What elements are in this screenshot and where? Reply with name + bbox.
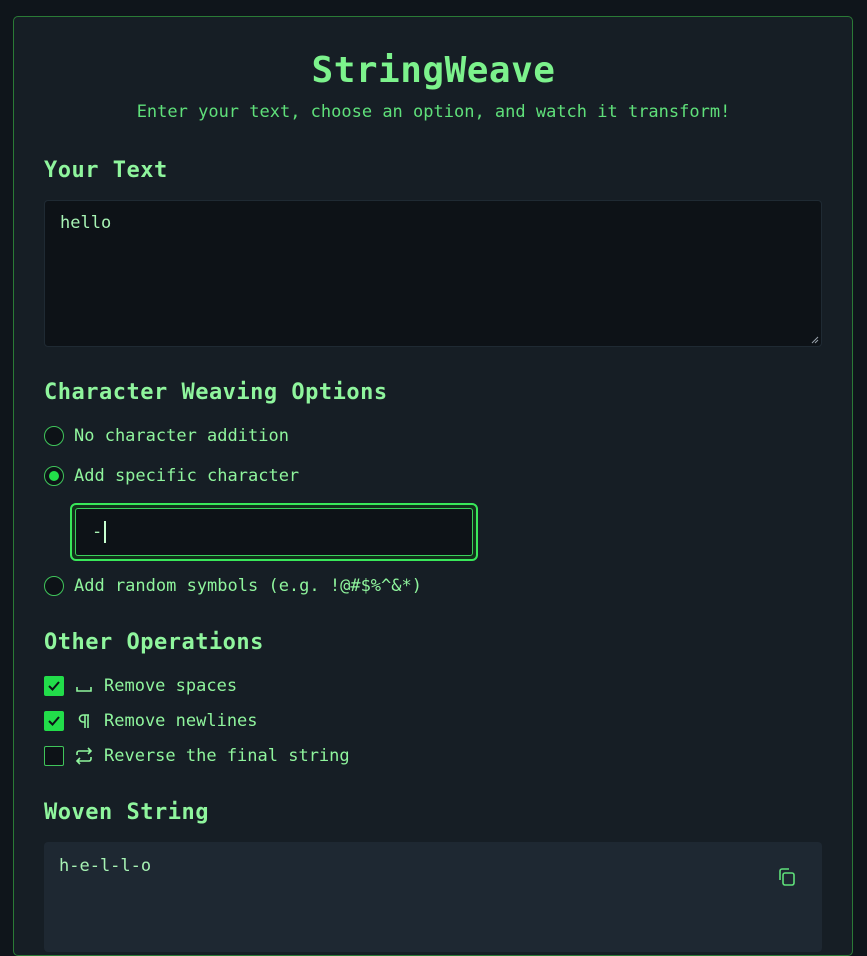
remove-spaces-checkbox[interactable] — [44, 676, 64, 696]
specific-character-input[interactable]: - — [70, 503, 478, 561]
option-specific-character-label: Add specific character — [74, 466, 300, 486]
woven-string-heading: Woven String — [44, 800, 209, 825]
app-subtitle: Enter your text, choose an option, and w… — [136, 102, 731, 122]
option-no-character-label: No character addition — [74, 426, 289, 446]
option-random-symbols-label: Add random symbols (e.g. !@#$%^&*) — [74, 576, 422, 596]
pilcrow-icon — [74, 711, 94, 731]
specific-character-value: - — [92, 522, 103, 542]
remove-newlines-option[interactable]: Remove newlines — [44, 711, 258, 731]
resize-grip-icon[interactable] — [811, 336, 819, 344]
radio-specific-character[interactable] — [44, 466, 64, 486]
option-random-symbols[interactable]: Add random symbols (e.g. !@#$%^&*) — [44, 576, 422, 596]
text-input-value: hello — [60, 213, 112, 233]
reverse-string-option[interactable]: Reverse the final string — [44, 746, 350, 766]
radio-random-symbols[interactable] — [44, 576, 64, 596]
remove-spaces-option[interactable]: Remove spaces — [44, 676, 237, 696]
text-input-area[interactable]: hello — [44, 200, 822, 347]
remove-newlines-checkbox[interactable] — [44, 711, 64, 731]
other-operations-heading: Other Operations — [44, 630, 264, 655]
woven-string-output: h-e-l-l-o — [44, 842, 822, 952]
app-title: StringWeave — [311, 50, 556, 91]
remove-spaces-label: Remove spaces — [104, 676, 238, 696]
remove-newlines-label: Remove newlines — [104, 711, 258, 731]
your-text-heading: Your Text — [44, 158, 168, 183]
radio-no-character[interactable] — [44, 426, 64, 446]
option-specific-character[interactable]: Add specific character — [44, 466, 299, 486]
option-no-character[interactable]: No character addition — [44, 426, 289, 446]
text-caret — [104, 521, 106, 543]
weaving-options-heading: Character Weaving Options — [44, 380, 388, 405]
space-icon — [74, 676, 94, 696]
reverse-string-label: Reverse the final string — [104, 746, 350, 766]
woven-string-value: h-e-l-l-o — [59, 856, 152, 876]
copy-icon[interactable] — [776, 866, 798, 888]
reverse-arrows-icon — [74, 746, 94, 766]
reverse-string-checkbox[interactable] — [44, 746, 64, 766]
